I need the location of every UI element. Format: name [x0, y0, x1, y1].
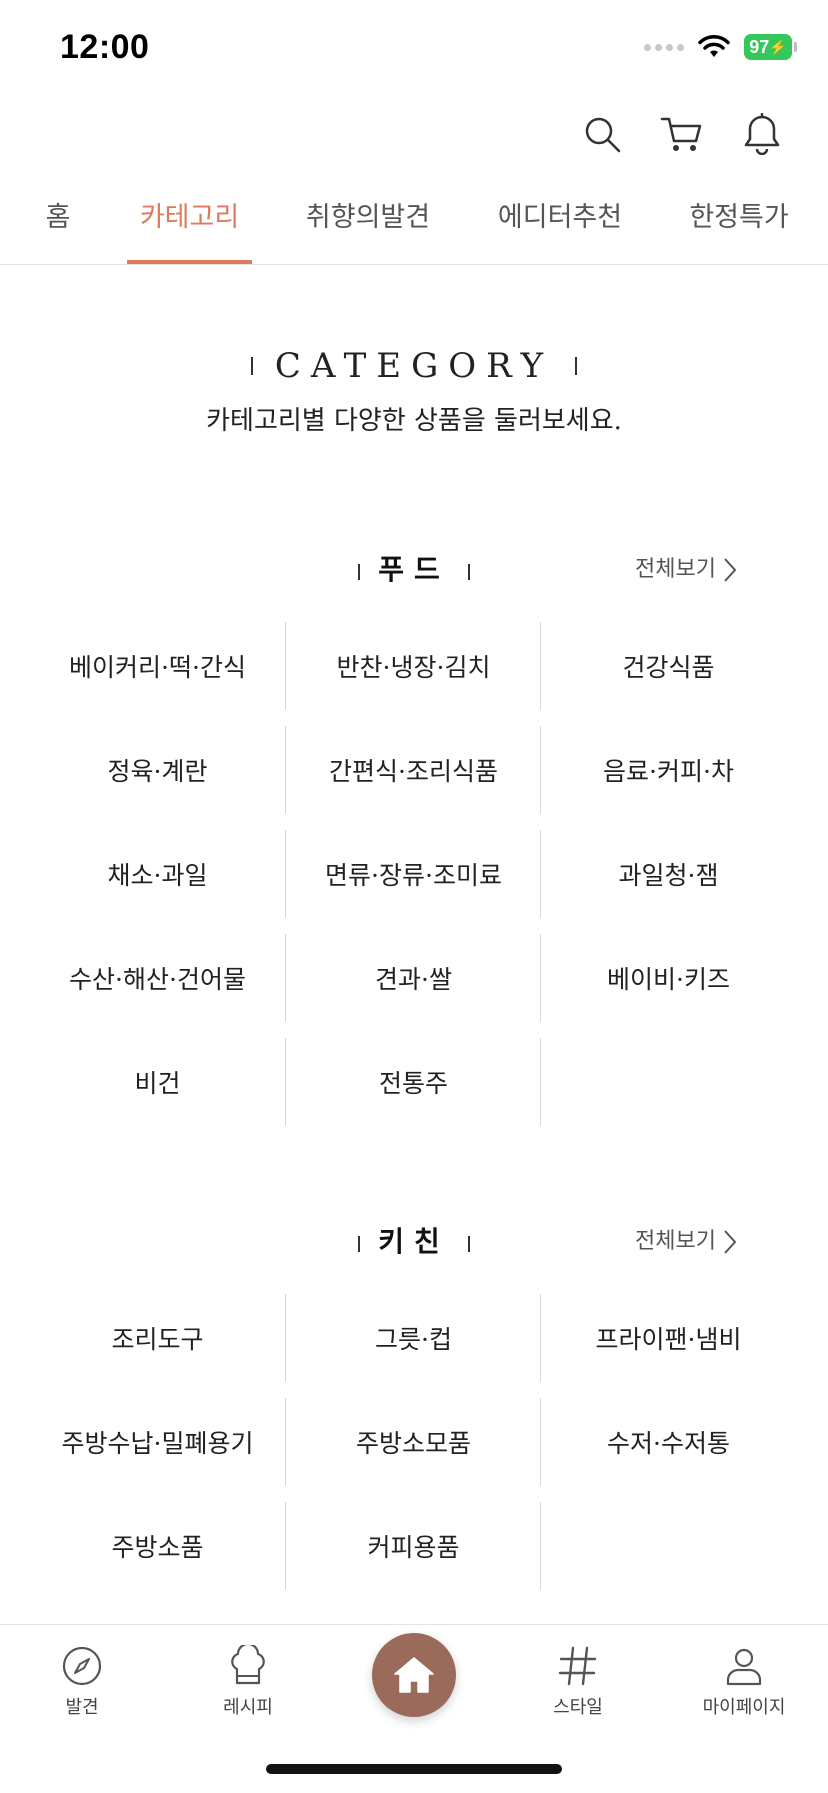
nav-label: 발견	[65, 1697, 99, 1718]
title-bar-right	[467, 1235, 470, 1252]
category-item[interactable]: 베이비·키즈	[541, 934, 796, 1022]
notification-button[interactable]	[740, 112, 784, 156]
section-header-food: 푸드 전체보기	[0, 545, 828, 595]
home-icon	[394, 1657, 434, 1693]
status-indicators: 97 ⚡	[644, 34, 797, 60]
category-item[interactable]: 전통주	[286, 1038, 541, 1126]
category-item[interactable]: 주방소모품	[286, 1398, 541, 1486]
nav-recipe[interactable]: 레시피	[188, 1645, 308, 1719]
title-bar-left	[250, 357, 253, 375]
battery-icon: 97 ⚡	[744, 34, 797, 60]
see-all-food-link[interactable]: 전체보기	[635, 545, 738, 595]
category-item[interactable]: 음료·커피·차	[541, 726, 796, 814]
category-item[interactable]: 정육·계란	[30, 726, 285, 814]
tab-label: 에디터추천	[497, 202, 623, 233]
nav-style[interactable]: 스타일	[518, 1645, 638, 1719]
tab-label: 홈	[45, 202, 71, 233]
hero-subtitle: 카테고리별 다양한 상품을 둘러보세요.	[206, 406, 622, 436]
chef-hat-icon	[231, 1645, 265, 1685]
tab-limited-deal[interactable]: 한정특가	[684, 190, 794, 264]
category-item[interactable]: 주방수납·밀폐용기	[30, 1398, 285, 1486]
title-bar-right	[467, 563, 470, 580]
category-item[interactable]: 반찬·냉장·김치	[286, 622, 541, 710]
category-item[interactable]: 그릇·컵	[286, 1294, 541, 1382]
status-time: 12:00	[60, 28, 150, 66]
category-item[interactable]: 수산·해산·건어물	[30, 934, 285, 1022]
hero-title-text: CATEGORY	[274, 346, 554, 386]
see-all-label: 전체보기	[635, 1229, 716, 1254]
title-bar-right	[575, 357, 578, 375]
signal-icon	[644, 43, 684, 51]
cart-icon	[660, 117, 702, 151]
section-title-text: 푸드	[378, 553, 450, 586]
status-bar: 12:00 97 ⚡	[0, 0, 828, 100]
tab-discovery[interactable]: 취향의발견	[300, 190, 436, 264]
search-button[interactable]	[580, 112, 624, 156]
category-item[interactable]: 조리도구	[30, 1294, 285, 1382]
category-tabs: 홈 카테고리 취향의발견 에디터추천 한정특가	[0, 190, 828, 265]
chevron-right-icon	[724, 558, 737, 582]
search-icon	[585, 117, 621, 153]
active-tab-indicator	[127, 260, 252, 264]
category-item[interactable]: 과일청·잼	[541, 830, 796, 918]
category-item[interactable]: 견과·쌀	[286, 934, 541, 1022]
tab-label: 취향의발견	[305, 202, 431, 233]
category-item[interactable]: 건강식품	[541, 622, 796, 710]
title-bar-left	[358, 563, 361, 580]
nav-discover[interactable]: 발견	[22, 1645, 142, 1719]
category-item[interactable]: 프라이팬·냄비	[541, 1294, 796, 1382]
header-actions	[580, 112, 784, 156]
wifi-icon	[698, 35, 730, 57]
home-indicator	[266, 1764, 562, 1774]
category-item[interactable]: 주방소품	[30, 1502, 285, 1590]
category-hero: CATEGORY 카테고리별 다양한 상품을 둘러보세요.	[0, 346, 828, 437]
person-icon	[726, 1648, 762, 1686]
title-bar-left	[358, 1235, 361, 1252]
bell-icon	[744, 113, 780, 155]
section-header-kitchen: 키친 전체보기	[0, 1217, 828, 1267]
tab-category[interactable]: 카테고리	[127, 190, 252, 264]
category-item[interactable]: 비건	[30, 1038, 285, 1126]
nav-label: 마이페이지	[702, 1697, 786, 1718]
battery-level: 97	[749, 36, 770, 57]
nav-label: 스타일	[553, 1697, 603, 1718]
tab-label: 한정특가	[689, 202, 789, 233]
tab-home[interactable]: 홈	[40, 190, 76, 264]
nav-mypage[interactable]: 마이페이지	[684, 1645, 804, 1719]
chevron-right-icon	[724, 1230, 737, 1254]
compass-icon	[62, 1646, 102, 1686]
category-item[interactable]: 커피용품	[286, 1502, 541, 1590]
section-title-text: 키친	[378, 1225, 450, 1258]
hero-title: CATEGORY	[250, 346, 578, 386]
see-all-label: 전체보기	[635, 557, 716, 582]
tab-label: 카테고리	[139, 202, 240, 233]
category-item[interactable]: 수저·수저통	[541, 1398, 796, 1486]
cart-button[interactable]	[660, 112, 704, 156]
category-item[interactable]: 면류·장류·조미료	[286, 830, 541, 918]
see-all-kitchen-link[interactable]: 전체보기	[635, 1217, 738, 1267]
tab-editor-pick[interactable]: 에디터추천	[492, 190, 628, 264]
hashtag-icon	[558, 1646, 597, 1686]
home-button[interactable]	[372, 1633, 456, 1717]
category-item[interactable]: 간편식·조리식품	[286, 726, 541, 814]
category-item[interactable]: 채소·과일	[30, 830, 285, 918]
category-item[interactable]: 베이커리·떡·간식	[30, 622, 285, 710]
nav-label: 레시피	[223, 1697, 273, 1718]
